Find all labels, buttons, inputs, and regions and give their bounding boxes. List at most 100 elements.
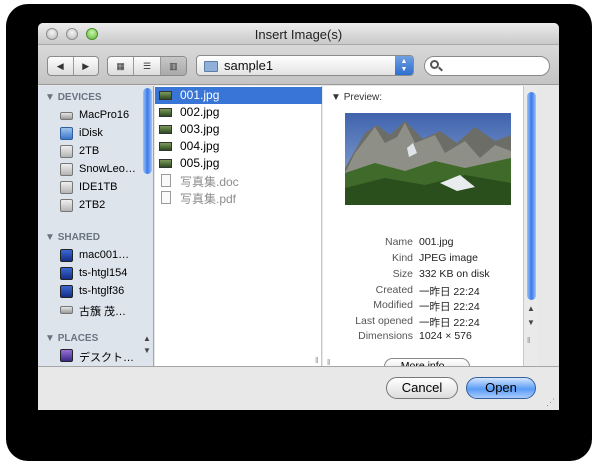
sidebar-item-mac001[interactable]: mac001… — [60, 248, 140, 264]
window-title: Insert Image(s) — [254, 27, 343, 42]
sidebar-item-macpro16[interactable]: MacPro16 — [60, 108, 140, 124]
sidebar-item-2tb2[interactable]: 2TB2 — [60, 198, 140, 214]
sidebar-item-label: 古籏 茂… — [79, 306, 127, 318]
search-field[interactable] — [424, 56, 550, 76]
toolbar: ◀ ▶ ▦ ☰ ▥ sample1 ▲ ▼ — [38, 45, 559, 85]
info-value: 332 KB on disk — [419, 268, 490, 280]
view-mode-control: ▦ ☰ ▥ — [107, 56, 187, 76]
column-resize-handle[interactable]: ‖ — [527, 336, 530, 345]
preview-header-label: Preview: — [343, 92, 383, 103]
resize-grip-icon[interactable]: ⋰ — [546, 397, 555, 408]
monitor-icon — [60, 267, 73, 280]
search-icon-handle — [438, 66, 443, 72]
info-key: Dimensions — [358, 330, 413, 342]
sidebar-header-devices-label: DEVICES — [57, 92, 102, 103]
file-row-pdf: 写真集.pdf — [155, 189, 322, 206]
sidebar-item-2tb[interactable]: 2TB — [60, 144, 140, 160]
network-server-icon — [60, 306, 73, 314]
monitor-icon — [60, 249, 73, 262]
external-drive-icon — [60, 199, 73, 212]
file-row-005[interactable]: 005.jpg — [155, 155, 322, 172]
sidebar-item-label: 2TB2 — [79, 199, 106, 211]
sidebar-header-places[interactable]: ▼ PLACES — [45, 333, 98, 344]
back-arrow-icon[interactable]: ◀ — [48, 57, 73, 75]
jpeg-thumbnail-icon — [159, 159, 172, 168]
info-value: 001.jpg — [419, 236, 454, 248]
cancel-button[interactable]: Cancel — [386, 377, 458, 399]
file-row-doc: 写真集.doc — [155, 172, 322, 189]
info-key: Name — [384, 236, 413, 248]
file-name: 写真集.pdf — [180, 192, 237, 206]
file-row-004[interactable]: 004.jpg — [155, 138, 322, 155]
scroll-up-arrow-icon[interactable]: ▲ — [527, 304, 535, 313]
sidebar-item-label: mac001… — [79, 249, 130, 261]
open-button[interactable]: Open — [466, 377, 536, 399]
sidebar-item-ide1tb[interactable]: IDE1TB — [60, 180, 140, 196]
sidebar-header-places-label: PLACES — [57, 333, 99, 344]
info-row-created: Created 一昨日 22:24 — [323, 284, 523, 299]
info-key: Kind — [391, 252, 413, 264]
info-key: Size — [392, 268, 413, 280]
folder-icon — [204, 61, 218, 72]
info-key: Modified — [373, 299, 413, 311]
mountain-photo-preview — [345, 113, 511, 205]
sidebar-header-shared[interactable]: ▼ SHARED — [45, 232, 100, 243]
forward-arrow-icon[interactable]: ▶ — [72, 57, 99, 75]
scroll-down-arrow-icon[interactable]: ▼ — [527, 318, 535, 327]
sidebar-item-snowleo[interactable]: SnowLeo… — [60, 162, 140, 178]
sidebar-scroll-thumb[interactable] — [143, 88, 152, 174]
column-resize-handle[interactable]: ‖ — [315, 356, 318, 365]
sidebar: ▼ DEVICES MacPro16 iDisk 2TB SnowLeo… ID… — [38, 86, 154, 366]
sidebar-item-label: iDisk — [79, 127, 103, 139]
jpeg-thumbnail-icon — [159, 142, 172, 151]
dialog-footer: Cancel Open ⋰ — [38, 366, 559, 410]
file-name: 写真集.doc — [180, 175, 239, 189]
icon-view-icon[interactable]: ▦ — [108, 57, 133, 75]
sidebar-header-devices[interactable]: ▼ DEVICES — [45, 92, 102, 103]
preview-scroll-thumb[interactable] — [527, 92, 536, 300]
sidebar-item-desktop[interactable]: デスクト… — [60, 348, 140, 364]
sidebar-item-network-server[interactable]: 古籏 茂… — [60, 302, 140, 318]
info-key: Last opened — [355, 315, 413, 327]
info-value: 一昨日 22:24 — [419, 301, 480, 313]
info-value: JPEG image — [419, 252, 478, 264]
folder-popup-label: sample1 — [224, 58, 274, 73]
scroll-down-arrow-icon[interactable]: ▼ — [143, 346, 151, 355]
sidebar-item-label: IDE1TB — [79, 181, 118, 193]
sidebar-scrollbar[interactable]: ▲ ▼ — [143, 88, 152, 355]
info-row-modified: Modified 一昨日 22:24 — [323, 299, 523, 314]
sidebar-item-label: 2TB — [79, 145, 100, 157]
file-row-003[interactable]: 003.jpg — [155, 121, 322, 138]
idisk-icon — [60, 127, 73, 140]
external-drive-icon — [60, 145, 73, 158]
external-drive-icon — [60, 163, 73, 176]
file-name: 005.jpg — [180, 156, 220, 170]
info-row-size: Size 332 KB on disk — [323, 268, 523, 283]
sidebar-item-label: ts-htglf36 — [79, 285, 125, 297]
file-row-001[interactable]: 001.jpg — [155, 87, 322, 104]
jpeg-thumbnail-icon — [159, 91, 172, 100]
sidebar-item-label: SnowLeo… — [79, 163, 136, 175]
info-row-dimensions: Dimensions 1024 × 576 — [323, 330, 523, 345]
info-key: Created — [375, 284, 413, 296]
insert-image-dialog: Insert Image(s) ◀ ▶ ▦ ☰ ▥ sample1 ▲ ▼ ▼ D… — [38, 23, 559, 410]
file-column: 001.jpg 002.jpg 003.jpg 004.jpg 005.jpg … — [155, 86, 322, 366]
jpeg-thumbnail-icon — [159, 108, 172, 117]
list-view-icon[interactable]: ☰ — [133, 57, 159, 75]
hard-drive-icon — [60, 112, 73, 120]
sidebar-item-label: MacPro16 — [79, 109, 130, 121]
info-row-kind: Kind JPEG image — [323, 252, 523, 267]
document-icon — [161, 191, 171, 204]
preview-scrollbar[interactable]: ▲ ▼ ‖ — [523, 86, 538, 366]
sidebar-item-idisk[interactable]: iDisk — [60, 126, 140, 142]
file-name: 004.jpg — [180, 139, 220, 153]
column-view-icon[interactable]: ▥ — [159, 57, 186, 75]
popup-arrows-icon: ▲ ▼ — [395, 56, 413, 75]
folder-popup[interactable]: sample1 ▲ ▼ — [196, 55, 414, 76]
scroll-up-arrow-icon[interactable]: ▲ — [143, 334, 151, 343]
file-row-002[interactable]: 002.jpg — [155, 104, 322, 121]
sidebar-item-ts-htglf36[interactable]: ts-htglf36 — [60, 284, 140, 300]
info-value: 一昨日 22:24 — [419, 317, 480, 329]
sidebar-header-shared-label: SHARED — [57, 232, 100, 243]
sidebar-item-ts-htgl154[interactable]: ts-htgl154 — [60, 266, 140, 282]
